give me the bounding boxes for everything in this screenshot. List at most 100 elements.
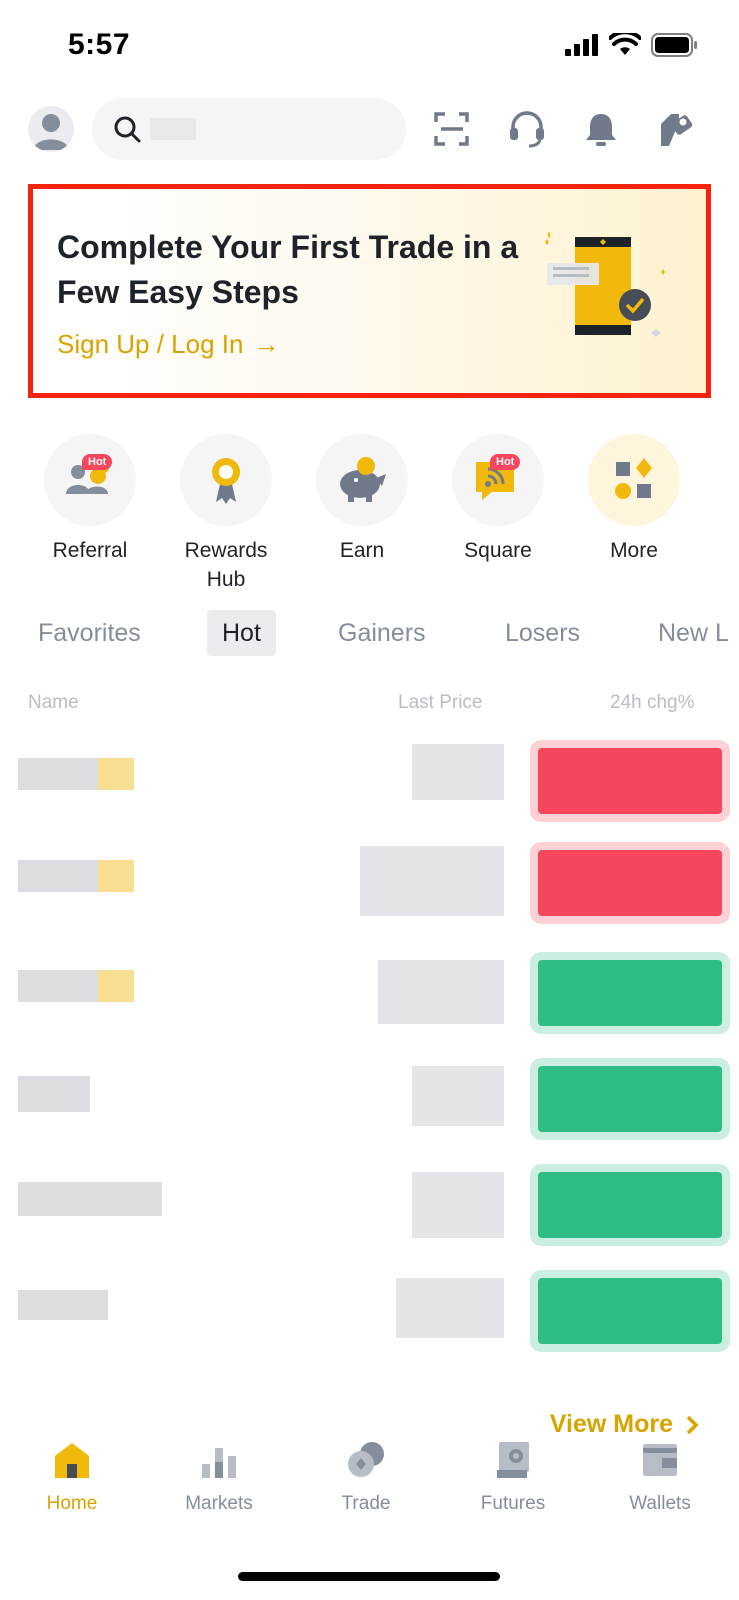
tab-new-listings[interactable]: New L: [658, 610, 729, 656]
trade-icon: [348, 1442, 384, 1477]
tab-gainers[interactable]: Gainers: [338, 610, 426, 656]
nav-home[interactable]: Home: [12, 1440, 132, 1515]
tab-favorites[interactable]: Favorites: [38, 610, 141, 656]
status-icons: [565, 33, 699, 57]
redacted-price: [412, 1172, 504, 1238]
table-row[interactable]: [0, 846, 739, 936]
column-header-name[interactable]: Name: [28, 692, 79, 714]
top-header: [0, 98, 739, 160]
change-badge-positive: [538, 1278, 722, 1344]
quick-actions: Hot Referral Rewards Hub Earn Hot Square…: [0, 434, 739, 594]
table-row[interactable]: [0, 740, 739, 830]
nav-label: Markets: [185, 1493, 253, 1514]
first-trade-banner[interactable]: Complete Your First Trade in a Few Easy …: [28, 184, 711, 398]
quick-action-label: Square: [464, 539, 532, 562]
table-row[interactable]: [0, 1062, 739, 1152]
nav-label: Futures: [480, 1493, 546, 1514]
redacted-symbol: [18, 860, 98, 892]
market-tabs: Favorites Hot Gainers Losers New L: [0, 610, 739, 658]
battery-icon: [651, 33, 697, 57]
redacted-price: [378, 960, 504, 1024]
table-row[interactable]: [0, 1168, 739, 1258]
quick-action-label: Rewards Hub: [184, 539, 268, 591]
hot-badge: Hot: [490, 454, 521, 470]
piggy-bank-icon: [340, 457, 386, 502]
table-row[interactable]: [0, 956, 739, 1046]
avatar[interactable]: [28, 106, 74, 152]
tab-hot[interactable]: Hot: [207, 610, 276, 656]
nav-futures[interactable]: Futures: [453, 1440, 573, 1515]
wifi-icon: [609, 33, 641, 55]
redacted-price: [396, 1278, 504, 1338]
arrow-right-icon: →: [253, 329, 280, 359]
message-edit-icon[interactable]: [657, 110, 695, 148]
column-header-change[interactable]: 24h chg%: [610, 692, 695, 714]
redacted-price: [412, 744, 504, 800]
nav-label: Trade: [341, 1493, 391, 1514]
search-placeholder-blur: [150, 118, 196, 140]
nav-label: Home: [46, 1493, 98, 1514]
notification-bell-icon[interactable]: [582, 110, 620, 148]
quick-action-referral[interactable]: Hot Referral: [30, 434, 150, 565]
redacted-price: [360, 846, 504, 916]
medal-icon: [212, 458, 240, 504]
quick-action-earn[interactable]: Earn: [302, 434, 422, 565]
referral-icon: [66, 463, 109, 494]
quick-action-more[interactable]: More: [574, 434, 694, 565]
redacted-symbol: [18, 970, 98, 1002]
redacted-leverage-tag: [98, 860, 134, 892]
column-header-last-price[interactable]: Last Price: [398, 692, 482, 714]
redacted-leverage-tag: [98, 758, 134, 790]
quick-action-icon-bg: Hot: [44, 434, 136, 526]
sign-up-login-link[interactable]: Sign Up / Log In →: [57, 329, 279, 360]
view-more-label: View More: [549, 1410, 673, 1438]
nav-label: Wallets: [629, 1493, 691, 1514]
banner-title: Complete Your First Trade in a Few Easy …: [57, 229, 519, 310]
home-indicator[interactable]: [238, 1572, 500, 1581]
chevron-right-icon: [686, 1415, 699, 1434]
sign-up-login-label: Sign Up / Log In: [57, 329, 244, 359]
redacted-leverage-tag: [98, 970, 134, 1002]
status-bar: 5:57: [0, 0, 739, 90]
redacted-symbol: [18, 1182, 162, 1216]
quick-action-icon-bg: [180, 434, 272, 526]
wallet-icon: [643, 1444, 677, 1476]
cellular-signal-icon: [565, 34, 598, 56]
change-badge-negative: [538, 748, 722, 814]
user-avatar-icon: [33, 114, 69, 150]
quick-action-icon-bg: [588, 434, 680, 526]
markets-icon: [202, 1448, 236, 1478]
redacted-symbol: [18, 758, 98, 790]
grid-more-icon: [615, 458, 652, 499]
quick-action-icon-bg: Hot: [452, 434, 544, 526]
quick-action-label: More: [610, 539, 658, 562]
view-more-link[interactable]: View More: [550, 1410, 699, 1439]
change-badge-positive: [538, 1066, 722, 1132]
quick-action-label: Referral: [52, 539, 128, 562]
redacted-price: [412, 1066, 504, 1126]
phone-checkmark-illustration: [545, 231, 665, 337]
nav-markets[interactable]: Markets: [159, 1440, 279, 1515]
status-time: 5:57: [68, 28, 131, 61]
nav-wallets[interactable]: Wallets: [600, 1440, 720, 1515]
hot-badge: Hot: [82, 454, 113, 470]
table-row[interactable]: [0, 1274, 739, 1364]
futures-icon: [497, 1442, 529, 1478]
quick-action-icon-bg: [316, 434, 408, 526]
quick-action-square[interactable]: Hot Square: [438, 434, 558, 565]
square-feed-icon: [476, 462, 514, 500]
scan-icon[interactable]: [433, 110, 471, 148]
search-input[interactable]: [92, 98, 406, 160]
search-icon: [114, 116, 141, 143]
bottom-navigation: Home Markets Trade Futures Wallets: [0, 1440, 739, 1530]
home-icon: [55, 1443, 89, 1478]
headset-support-icon[interactable]: [508, 110, 546, 148]
tab-losers[interactable]: Losers: [505, 610, 580, 656]
quick-action-rewards-hub[interactable]: Rewards Hub: [166, 434, 286, 594]
nav-trade[interactable]: Trade: [306, 1440, 426, 1515]
quick-action-label: Earn: [339, 539, 385, 562]
change-badge-positive: [538, 1172, 722, 1238]
redacted-symbol: [18, 1076, 90, 1112]
change-badge-positive: [538, 960, 722, 1026]
redacted-symbol: [18, 1290, 108, 1320]
